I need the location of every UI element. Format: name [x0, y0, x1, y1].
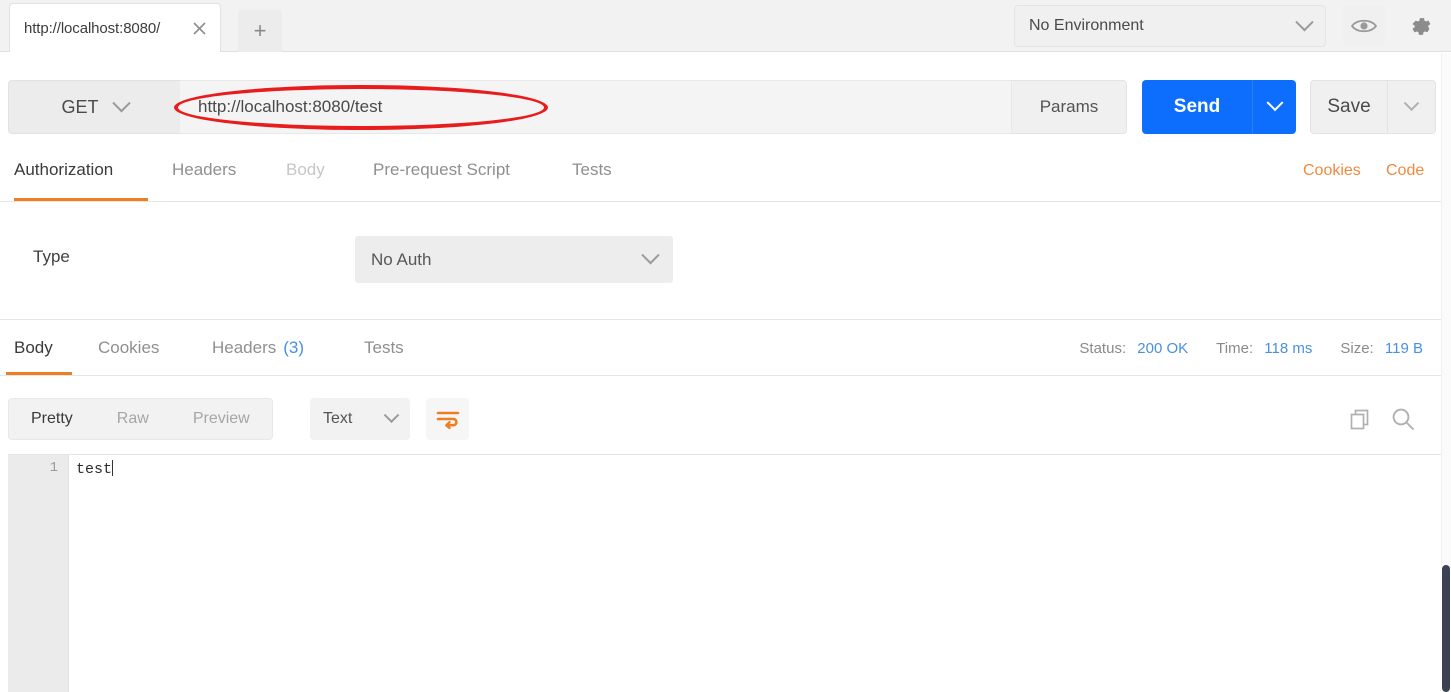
save-label: Save — [1327, 96, 1371, 117]
response-tab-body[interactable]: Body — [6, 328, 72, 375]
view-mode-raw[interactable]: Raw — [95, 398, 171, 440]
response-tab-tests[interactable]: Tests — [364, 328, 404, 375]
tab-pre-request-script[interactable]: Pre-request Script — [373, 146, 510, 201]
response-body-text[interactable]: test — [70, 455, 1443, 692]
size-badge: Size: 119 B — [1340, 340, 1423, 357]
scrollbar-thumb[interactable] — [1442, 565, 1450, 692]
chevron-down-icon — [1403, 94, 1420, 111]
url-input[interactable]: http://localhost:8080/test — [180, 80, 1012, 134]
status-value: 200 OK — [1137, 340, 1189, 357]
request-tab-label: http://localhost:8080/ — [24, 19, 161, 37]
response-tab-body-label: Body — [14, 338, 53, 357]
tab-headers[interactable]: Headers — [172, 146, 236, 201]
format-select[interactable]: Text — [310, 398, 410, 440]
send-options-button[interactable] — [1252, 80, 1296, 134]
tab-authorization[interactable]: Authorization — [14, 146, 148, 201]
save-button[interactable]: Save — [1310, 80, 1388, 134]
chevron-down-icon — [641, 246, 660, 265]
chevron-down-icon — [1295, 12, 1314, 31]
response-meta: Status: 200 OK Time: 118 ms Size: 119 B — [1079, 340, 1423, 357]
params-button[interactable]: Params — [1012, 80, 1127, 134]
search-icon[interactable] — [1384, 400, 1422, 438]
time-badge: Time: 118 ms — [1216, 340, 1312, 357]
tab-tests-label: Tests — [572, 160, 612, 179]
cookies-link[interactable]: Cookies — [1303, 162, 1361, 180]
request-tabs: Authorization Headers Body Pre-request S… — [0, 146, 1451, 202]
response-tabs: Body Cookies Headers (3) Tests Status: 2… — [0, 328, 1451, 376]
response-tab-cookies[interactable]: Cookies — [98, 328, 159, 375]
tab-headers-label: Headers — [172, 160, 237, 179]
response-tab-tests-label: Tests — [364, 338, 404, 357]
view-mode-preview[interactable]: Preview — [171, 398, 272, 440]
url-row: GET http://localhost:8080/test Params Se… — [0, 53, 1451, 138]
environment-selector[interactable]: No Environment — [1014, 5, 1326, 47]
time-key: Time: — [1216, 340, 1254, 357]
response-body-toolbar: Pretty Raw Preview Text — [0, 384, 1451, 454]
tab-authorization-label: Authorization — [14, 160, 114, 179]
tab-body[interactable]: Body — [286, 146, 325, 201]
time-value: 118 ms — [1264, 340, 1313, 357]
word-wrap-icon[interactable] — [426, 398, 469, 440]
copy-icon[interactable] — [1341, 400, 1379, 438]
tab-bar: http://localhost:8080/ + No Environment — [0, 0, 1451, 52]
tab-pre-request-script-label: Pre-request Script — [373, 160, 510, 179]
scrollbar-track[interactable] — [1441, 53, 1451, 565]
auth-type-select[interactable]: No Auth — [355, 236, 673, 283]
auth-type-label: Type — [33, 247, 70, 266]
response-body-viewer[interactable]: 1 test — [8, 454, 1443, 692]
status-badge: Status: 200 OK — [1079, 340, 1188, 357]
request-tab[interactable]: http://localhost:8080/ — [9, 3, 221, 52]
add-tab-button[interactable]: + — [238, 10, 282, 52]
tab-body-label: Body — [286, 160, 325, 179]
send-button[interactable]: Send — [1142, 80, 1252, 134]
environment-label: No Environment — [1029, 17, 1144, 34]
authorization-pane: Type No Auth — [0, 202, 1451, 320]
format-value: Text — [323, 410, 353, 427]
view-mode-pretty[interactable]: Pretty — [9, 398, 95, 440]
active-tab-underline — [14, 198, 148, 201]
gear-icon[interactable] — [1399, 5, 1441, 47]
tab-tests[interactable]: Tests — [572, 146, 612, 201]
line-number: 1 — [49, 460, 58, 476]
line-number-gutter: 1 — [9, 455, 69, 692]
eye-icon[interactable] — [1343, 5, 1385, 47]
method-label: GET — [61, 96, 99, 117]
send-label: Send — [1173, 96, 1221, 117]
code-line-text: test — [76, 461, 113, 478]
response-headers-count: (3) — [283, 338, 305, 357]
text-cursor — [112, 460, 114, 476]
active-response-tab-underline — [6, 372, 72, 375]
close-icon[interactable] — [188, 17, 210, 39]
code-link[interactable]: Code — [1386, 162, 1424, 180]
view-mode-group: Pretty Raw Preview — [8, 398, 273, 440]
chevron-down-icon — [1266, 94, 1283, 112]
url-input-value: http://localhost:8080/test — [198, 97, 383, 116]
code-line: test — [76, 459, 1443, 480]
postman-window: http://localhost:8080/ + No Environment — [0, 0, 1451, 692]
response-tab-cookies-label: Cookies — [98, 338, 160, 357]
method-selector[interactable]: GET — [8, 80, 180, 134]
params-label: Params — [1039, 97, 1099, 116]
response-tab-headers[interactable]: Headers (3) — [212, 328, 304, 375]
status-key: Status: — [1079, 340, 1127, 357]
chevron-down-icon — [383, 406, 400, 423]
chevron-down-icon — [111, 93, 131, 112]
save-options-button[interactable] — [1388, 80, 1436, 134]
size-value: 119 B — [1384, 340, 1423, 357]
response-tab-headers-label: Headers — [212, 338, 277, 357]
size-key: Size: — [1340, 340, 1374, 357]
plus-icon: + — [253, 18, 267, 43]
auth-type-value: No Auth — [371, 249, 432, 269]
